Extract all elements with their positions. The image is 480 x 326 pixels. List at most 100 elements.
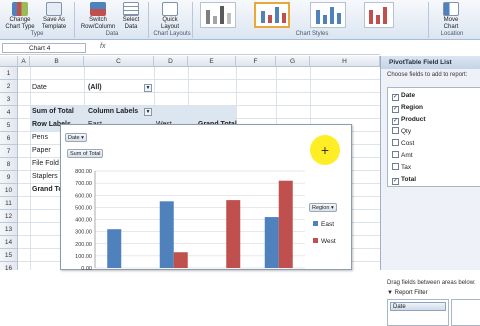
drag-hint: Drag fields between areas below: [387,280,476,286]
y-tick-label: 300.00 [75,230,92,236]
report-filter-item-date[interactable]: Date [390,302,446,311]
filter-dropdown-icon[interactable]: ▼ [144,84,152,92]
field-product[interactable]: ✓ Product [392,115,426,125]
group-label-styles: Chart Styles [295,31,329,37]
name-box[interactable]: Chart 4 [2,43,86,53]
legend-label-west: West [321,238,336,245]
move-chart-button[interactable]: Move Chart [434,2,468,30]
row-header-3[interactable]: 3 [0,93,18,106]
checkbox-unchecked-icon[interactable] [392,139,399,146]
field-label: Tax [401,164,412,171]
chart-style-3[interactable] [310,2,346,28]
pivot-field-list-pane: PivotTable Field List Choose fields to a… [380,56,480,326]
column-header-h[interactable]: H [310,56,380,67]
row-header-14[interactable]: 14 [0,236,18,249]
group-label-data: Data [105,31,119,37]
chart-style-4[interactable] [364,2,394,28]
report-filter-header: ▼ Report Filter [387,290,428,296]
row-grand-total: Grand To [32,186,63,193]
field-label: Cost [401,140,415,147]
field-date[interactable]: ✓ Date [392,91,415,101]
move-chart-icon [443,2,459,16]
field-areas: ▼ Report Filter Date [387,288,480,326]
bar-east-0 [107,229,122,268]
select-all-corner[interactable] [0,56,18,67]
row-header-13[interactable]: 13 [0,223,18,236]
row-header-2[interactable]: 2 [0,80,18,93]
separator [148,2,149,38]
column-header-d[interactable]: D [154,56,188,67]
group-label-layouts: Chart Layouts [153,31,191,37]
row-header-5[interactable]: 5 [0,119,18,132]
field-region[interactable]: ✓ Region [392,103,423,113]
bar-east-1 [159,201,174,268]
row-header-1[interactable]: 1 [0,67,18,80]
formula-bar: Chart 4 fx [0,41,380,55]
field-list-title: PivotTable Field List [381,56,480,69]
field-list-box: ✓ Date ✓ Region ✓ Product Qty Cost Amt Tax ✓ Total [387,87,480,187]
save-as-template-button[interactable]: Save As Template [38,2,70,30]
checkbox-checked-icon[interactable]: ✓ [392,178,399,185]
fx-icon[interactable]: fx [100,43,105,50]
column-header-e[interactable]: E [188,56,236,67]
row-label-paper: Paper [32,147,51,154]
bar-east-3 [264,217,279,268]
layout-icon [162,2,178,16]
pivot-chart[interactable]: Date ▾ Sum of Total Region ▾ 0.00 100.00 2… [60,124,352,271]
report-filter-area[interactable]: Date [387,299,449,326]
y-tick-label: 100.00 [75,254,92,260]
legend-swatch-west [313,238,318,243]
gridline [18,118,380,119]
chart-style-1[interactable] [200,2,236,28]
y-tick-label: 400.00 [75,218,92,224]
field-label: Amt [401,152,413,159]
chart-style-2-selected[interactable] [254,2,290,28]
switch-row-column-button[interactable]: Switch Row/Column [80,2,116,30]
row-header-16[interactable]: 16 [0,262,18,270]
checkbox-unchecked-icon[interactable] [392,127,399,134]
crosshair-cursor-icon: + [320,142,330,158]
row-header-15[interactable]: 15 [0,249,18,262]
column-header-f[interactable]: F [236,56,276,67]
separator [428,2,429,38]
field-qty[interactable]: Qty [392,127,411,136]
select-data-button[interactable]: Select Data [118,2,144,30]
column-header-a[interactable]: A [18,56,30,67]
column-header-g[interactable]: G [276,56,310,67]
quick-layout-button[interactable]: Quick Layout [154,2,186,30]
bar-west-1 [173,252,188,268]
checkbox-checked-icon[interactable]: ✓ [392,106,399,113]
row-header-6[interactable]: 6 [0,132,18,145]
column-header-b[interactable]: B [30,56,84,67]
checkbox-unchecked-icon[interactable] [392,163,399,170]
checkbox-checked-icon[interactable]: ✓ [392,118,399,125]
gridline [18,92,380,93]
row-header-10[interactable]: 10 [0,184,18,197]
row-header-9[interactable]: 9 [0,171,18,184]
bar-west-3 [278,180,293,268]
column-labels-dropdown-icon[interactable]: ▼ [144,108,152,116]
row-header-11[interactable]: 11 [0,197,18,210]
gridline [18,105,380,106]
bar-west-2 [226,200,241,268]
row-header-4[interactable]: 4 [0,106,18,119]
field-tax[interactable]: Tax [392,163,411,172]
checkbox-checked-icon[interactable]: ✓ [392,94,399,101]
field-cost[interactable]: Cost [392,139,414,148]
change-chart-type-button[interactable]: Change Chart Type [4,2,36,30]
row-header-8[interactable]: 8 [0,158,18,171]
field-list-subtitle: Choose fields to add to report: [387,72,468,78]
field-total[interactable]: ✓ Total [392,175,416,185]
gridline [30,67,31,270]
field-amt[interactable]: Amt [392,151,413,160]
field-label: Product [401,116,426,123]
column-labels-area[interactable] [451,299,480,326]
row-header-7[interactable]: 7 [0,145,18,158]
column-header-c[interactable]: C [84,56,154,67]
separator [74,2,75,38]
y-tick-label: 200.00 [75,242,92,248]
checkbox-unchecked-icon[interactable] [392,151,399,158]
row-header-12[interactable]: 12 [0,210,18,223]
gridline [18,79,380,80]
filter-icon: ▼ [387,290,395,296]
